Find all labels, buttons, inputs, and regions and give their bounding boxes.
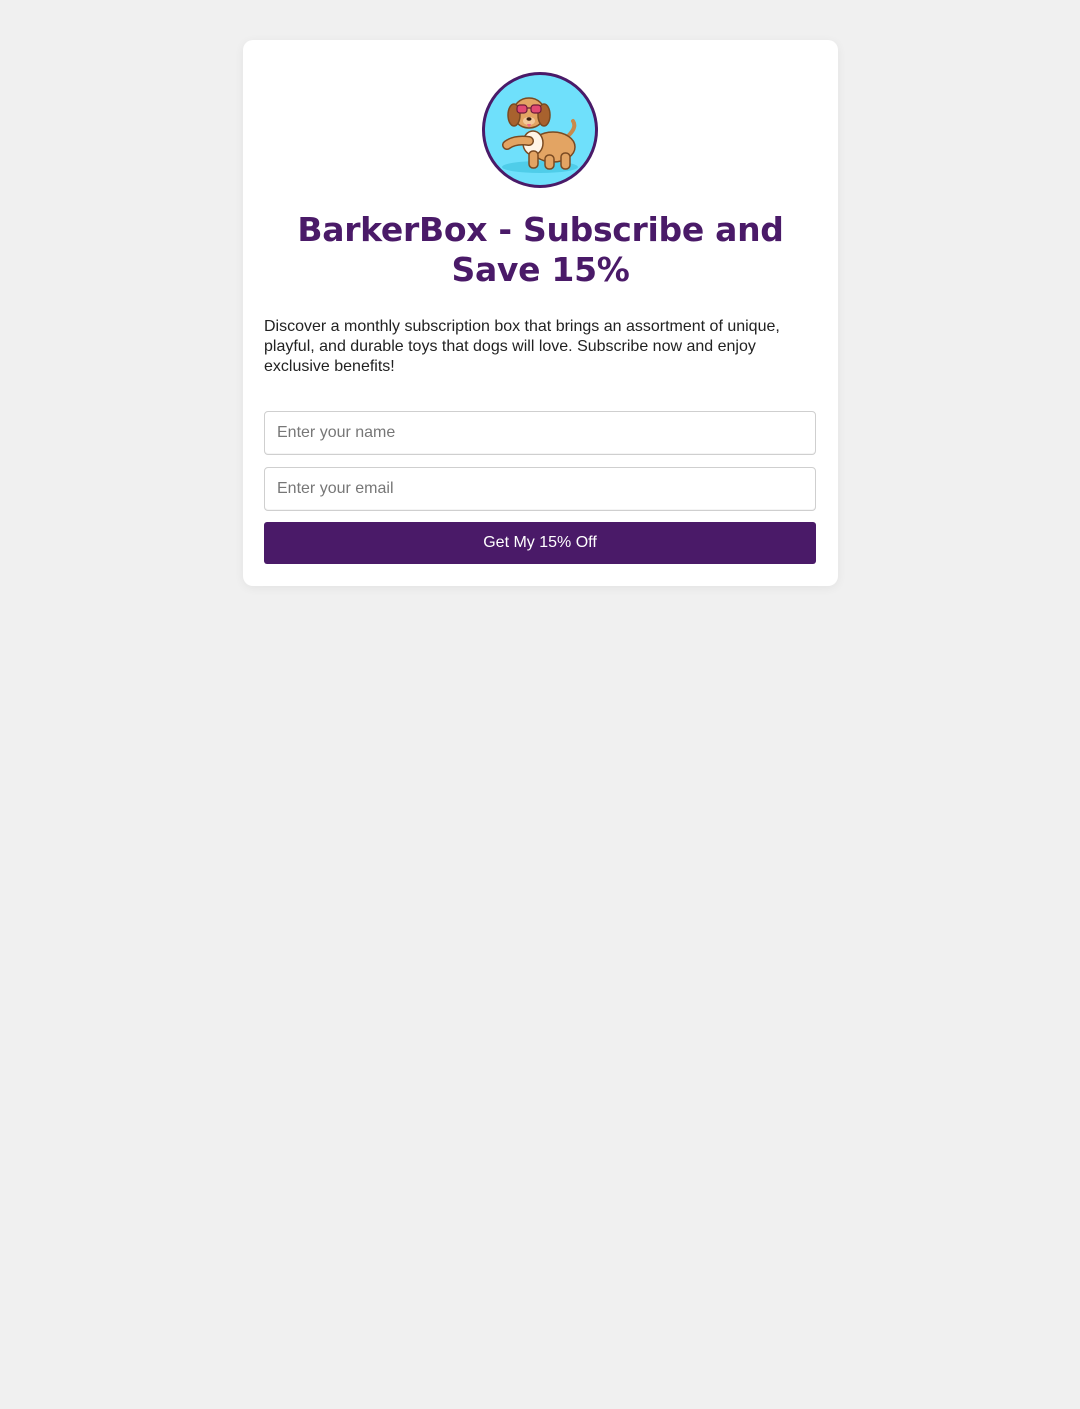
get-discount-button[interactable]: Get My 15% Off xyxy=(264,522,816,564)
dog-with-sunglasses-icon xyxy=(502,97,578,173)
name-input[interactable] xyxy=(264,411,816,455)
email-input[interactable] xyxy=(264,467,816,511)
description-text: Discover a monthly subscription box that… xyxy=(264,318,780,375)
page-title: BarkerBox - Subscribe and Save 15% xyxy=(297,210,784,289)
brand-logo xyxy=(482,72,598,188)
signup-card: BarkerBox - Subscribe and Save 15% Disco… xyxy=(243,40,838,586)
